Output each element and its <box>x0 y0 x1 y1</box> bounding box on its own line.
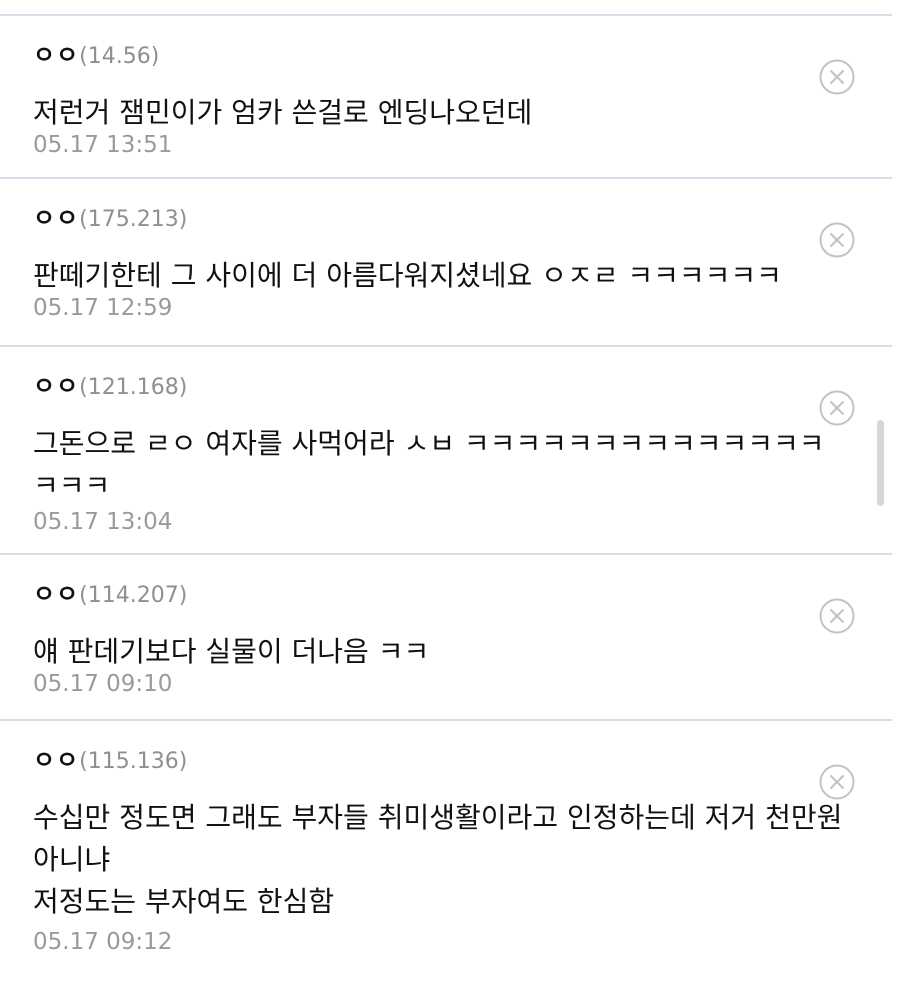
comment-author: ㅇㅇ(114.207) <box>33 579 187 611</box>
comment-item: ㅇㅇ(175.213) 판떼기한테 그 사이에 더 아름다워지셨네요 ㅇㅈㄹ ㅋ… <box>0 179 892 347</box>
delete-comment-button[interactable] <box>818 58 856 96</box>
delete-comment-button[interactable] <box>818 221 856 259</box>
author-ip: (121.168) <box>79 375 188 400</box>
comment-text: 얘 판데기보다 실물이 더나음 ㅋㅋ <box>33 635 430 668</box>
comment-text: 수십만 정도면 그래도 부자들 취미생활이라고 인정하는데 저거 천만원 아니냐… <box>33 801 843 918</box>
comment-timestamp: 05.17 09:12 <box>33 929 173 955</box>
author-nickname: ㅇㅇ <box>33 41 80 69</box>
delete-comment-button[interactable] <box>818 763 856 801</box>
author-ip: (114.207) <box>79 583 188 608</box>
comment-item: ㅇㅇ(114.207) 얘 판데기보다 실물이 더나음 ㅋㅋ 05.17 09:… <box>0 555 892 721</box>
comment-author: ㅇㅇ(14.56) <box>33 40 159 72</box>
comment-text: 저런거 잼민이가 엄카 쓴걸로 엔딩나오던데 <box>33 96 533 129</box>
author-nickname: ㅇㅇ <box>33 204 80 232</box>
scrollbar[interactable] <box>877 420 884 506</box>
comment-author: ㅇㅇ(175.213) <box>33 203 187 235</box>
comment-timestamp: 05.17 13:04 <box>33 509 173 535</box>
author-nickname: ㅇㅇ <box>33 746 80 774</box>
comment-timestamp: 05.17 13:51 <box>33 132 173 158</box>
author-ip: (175.213) <box>79 207 188 232</box>
comment-text: 그돈으로 ㄹㅇ 여자를 사먹어라 ㅅㅂ ㅋㅋㅋㅋㅋㅋㅋㅋㅋㅋㅋㅋㅋㅋ ㅋㅋㅋ <box>33 427 825 502</box>
author-ip: (115.136) <box>79 749 188 774</box>
comment-timestamp: 05.17 09:10 <box>33 671 173 697</box>
author-nickname: ㅇㅇ <box>33 580 80 608</box>
author-nickname: ㅇㅇ <box>33 372 80 400</box>
comment-timestamp: 05.17 12:59 <box>33 295 173 321</box>
comment-author: ㅇㅇ(121.168) <box>33 371 187 403</box>
comment-text: 판떼기한테 그 사이에 더 아름다워지셨네요 ㅇㅈㄹ ㅋㅋㅋㅋㅋㅋ <box>33 259 782 292</box>
comment-author: ㅇㅇ(115.136) <box>33 745 187 777</box>
comment-item: ㅇㅇ(115.136) 수십만 정도면 그래도 부자들 취미생활이라고 인정하는… <box>0 721 892 997</box>
comment-item: ㅇㅇ(121.168) 그돈으로 ㄹㅇ 여자를 사먹어라 ㅅㅂ ㅋㅋㅋㅋㅋㅋㅋㅋ… <box>0 347 892 555</box>
author-ip: (14.56) <box>79 44 160 69</box>
delete-comment-button[interactable] <box>818 389 856 427</box>
comment-item: ㅇㅇ(14.56) 저런거 잼민이가 엄카 쓴걸로 엔딩나오던데 05.17 1… <box>0 16 892 179</box>
delete-comment-button[interactable] <box>818 597 856 635</box>
